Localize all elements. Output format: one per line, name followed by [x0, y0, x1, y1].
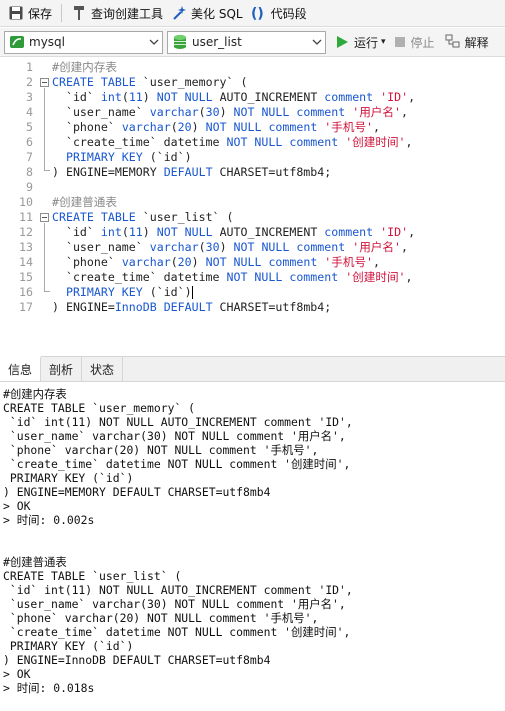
code-line: 4 `user_name` varchar(30) NOT NULL comme…	[26, 105, 408, 119]
chevron-down-icon	[308, 32, 325, 53]
output-line: `phone` varchar(20) NOT NULL comment '手机…	[3, 443, 319, 457]
code-line: 6 `create_time` datetime NOT NULL commen…	[26, 135, 413, 149]
code-line: 5 `phone` varchar(20) NOT NULL comment '…	[26, 120, 381, 134]
output-line: > 时间: 0.018s	[3, 681, 95, 695]
output-line: ) ENGINE=InnoDB DEFAULT CHARSET=utf8mb4	[3, 653, 271, 667]
output-line: PRIMARY KEY (`id`)	[3, 471, 134, 485]
mysql-connection-icon	[9, 34, 25, 50]
beautify-sql-button[interactable]: 美化 SQL	[167, 2, 247, 24]
code-line: 2 CREATE TABLE `user_memory` (	[26, 75, 248, 89]
code-line: 9	[26, 180, 33, 194]
main-toolbar: 保存 查询创建工具 美化 SQL () 代码段	[0, 0, 505, 27]
save-icon	[8, 5, 24, 21]
query-builder-icon	[71, 5, 87, 21]
connection-toolbar: mysql user_list 运行 ▾ 停止 解释	[0, 28, 505, 57]
output-line: `user_name` varchar(30) NOT NULL comment…	[3, 597, 346, 611]
sql-editor[interactable]: 1 #创建内存表 2 CREATE TABLE `user_memory` ( 3 …	[0, 58, 505, 354]
run-label: 运行	[354, 35, 379, 50]
code-line: 12 `id` int(11) NOT NULL AUTO_INCREMENT …	[19, 225, 416, 239]
output-line: `create_time` datetime NOT NULL comment …	[3, 457, 351, 471]
code-snippet-icon: ()	[251, 5, 267, 22]
output-line: > OK	[3, 499, 31, 513]
code-snippet-button[interactable]: () 代码段	[247, 2, 311, 24]
query-builder-button[interactable]: 查询创建工具	[67, 2, 167, 24]
run-dropdown-arrow[interactable]: ▾	[381, 37, 386, 47]
save-button[interactable]: 保存	[4, 2, 56, 24]
code-line: 1 #创建内存表	[26, 60, 117, 74]
code-line: 17) ENGINE=InnoDB DEFAULT CHARSET=utf8mb…	[19, 300, 332, 314]
output-line: #创建普通表	[3, 555, 67, 569]
database-icon	[172, 34, 188, 50]
output-line: PRIMARY KEY (`id`)	[3, 639, 134, 653]
query-builder-label: 查询创建工具	[91, 6, 164, 21]
chevron-down-icon	[145, 32, 162, 53]
explain-label: 解释	[464, 35, 489, 50]
svg-text:(): ()	[251, 6, 264, 21]
output-line: `create_time` datetime NOT NULL comment …	[3, 625, 351, 639]
stop-button[interactable]: 停止	[394, 34, 435, 51]
tab-info[interactable]: 信息	[0, 356, 42, 381]
output-line: `id` int(11) NOT NULL AUTO_INCREMENT com…	[3, 583, 353, 597]
code-line: 15 `create_time` datetime NOT NULL comme…	[19, 270, 413, 284]
code-line: 7 PRIMARY KEY (`id`)	[26, 150, 192, 164]
tab-status[interactable]: 状态	[82, 357, 124, 381]
output-line: > OK	[3, 667, 31, 681]
info-output: #创建内存表 CREATE TABLE `user_memory` ( `id`…	[0, 383, 505, 711]
stop-label: 停止	[410, 35, 435, 50]
run-button[interactable]: 运行 ▾	[334, 34, 386, 51]
tab-profile[interactable]: 剖析	[41, 357, 83, 381]
connection-select[interactable]: mysql	[4, 30, 163, 54]
output-line: ) ENGINE=MEMORY DEFAULT CHARSET=utf8mb4	[3, 485, 271, 499]
output-line: `id` int(11) NOT NULL AUTO_INCREMENT com…	[3, 415, 353, 429]
code-line: 16 PRIMARY KEY (`id`)	[19, 285, 193, 299]
code-line: 13 `user_name` varchar(30) NOT NULL comm…	[19, 240, 408, 254]
code-line: 10 #创建普通表	[19, 195, 117, 209]
play-icon	[334, 34, 350, 50]
database-value: user_list	[192, 35, 242, 49]
explain-button[interactable]: 解释	[445, 34, 489, 51]
result-tabs: 信息 剖析 状态	[0, 356, 505, 382]
connection-value: mysql	[29, 35, 65, 49]
explain-icon	[445, 34, 461, 50]
beautify-sql-label: 美化 SQL	[191, 6, 243, 21]
code-line: 11 CREATE TABLE `user_list` (	[19, 210, 234, 224]
output-line: CREATE TABLE `user_list` (	[3, 569, 182, 583]
code-line: 8) ENGINE=MEMORY DEFAULT CHARSET=utf8mb4…	[26, 165, 332, 179]
save-label: 保存	[28, 6, 53, 21]
output-line: CREATE TABLE `user_memory` (	[3, 401, 196, 415]
toolbar-divider	[61, 4, 63, 22]
magic-wand-icon	[171, 5, 187, 21]
output-line: #创建内存表	[3, 387, 67, 401]
database-select[interactable]: user_list	[167, 30, 326, 54]
code-line: 3 `id` int(11) NOT NULL AUTO_INCREMENT c…	[26, 90, 416, 104]
text-caret	[191, 286, 193, 299]
output-line: `user_name` varchar(30) NOT NULL comment…	[3, 429, 346, 443]
stop-icon	[394, 36, 406, 48]
output-line: `phone` varchar(20) NOT NULL comment '手机…	[3, 611, 319, 625]
output-line: > 时间: 0.002s	[3, 513, 95, 527]
code-line: 14 `phone` varchar(20) NOT NULL comment …	[19, 255, 381, 269]
code-snippet-label: 代码段	[270, 6, 307, 21]
